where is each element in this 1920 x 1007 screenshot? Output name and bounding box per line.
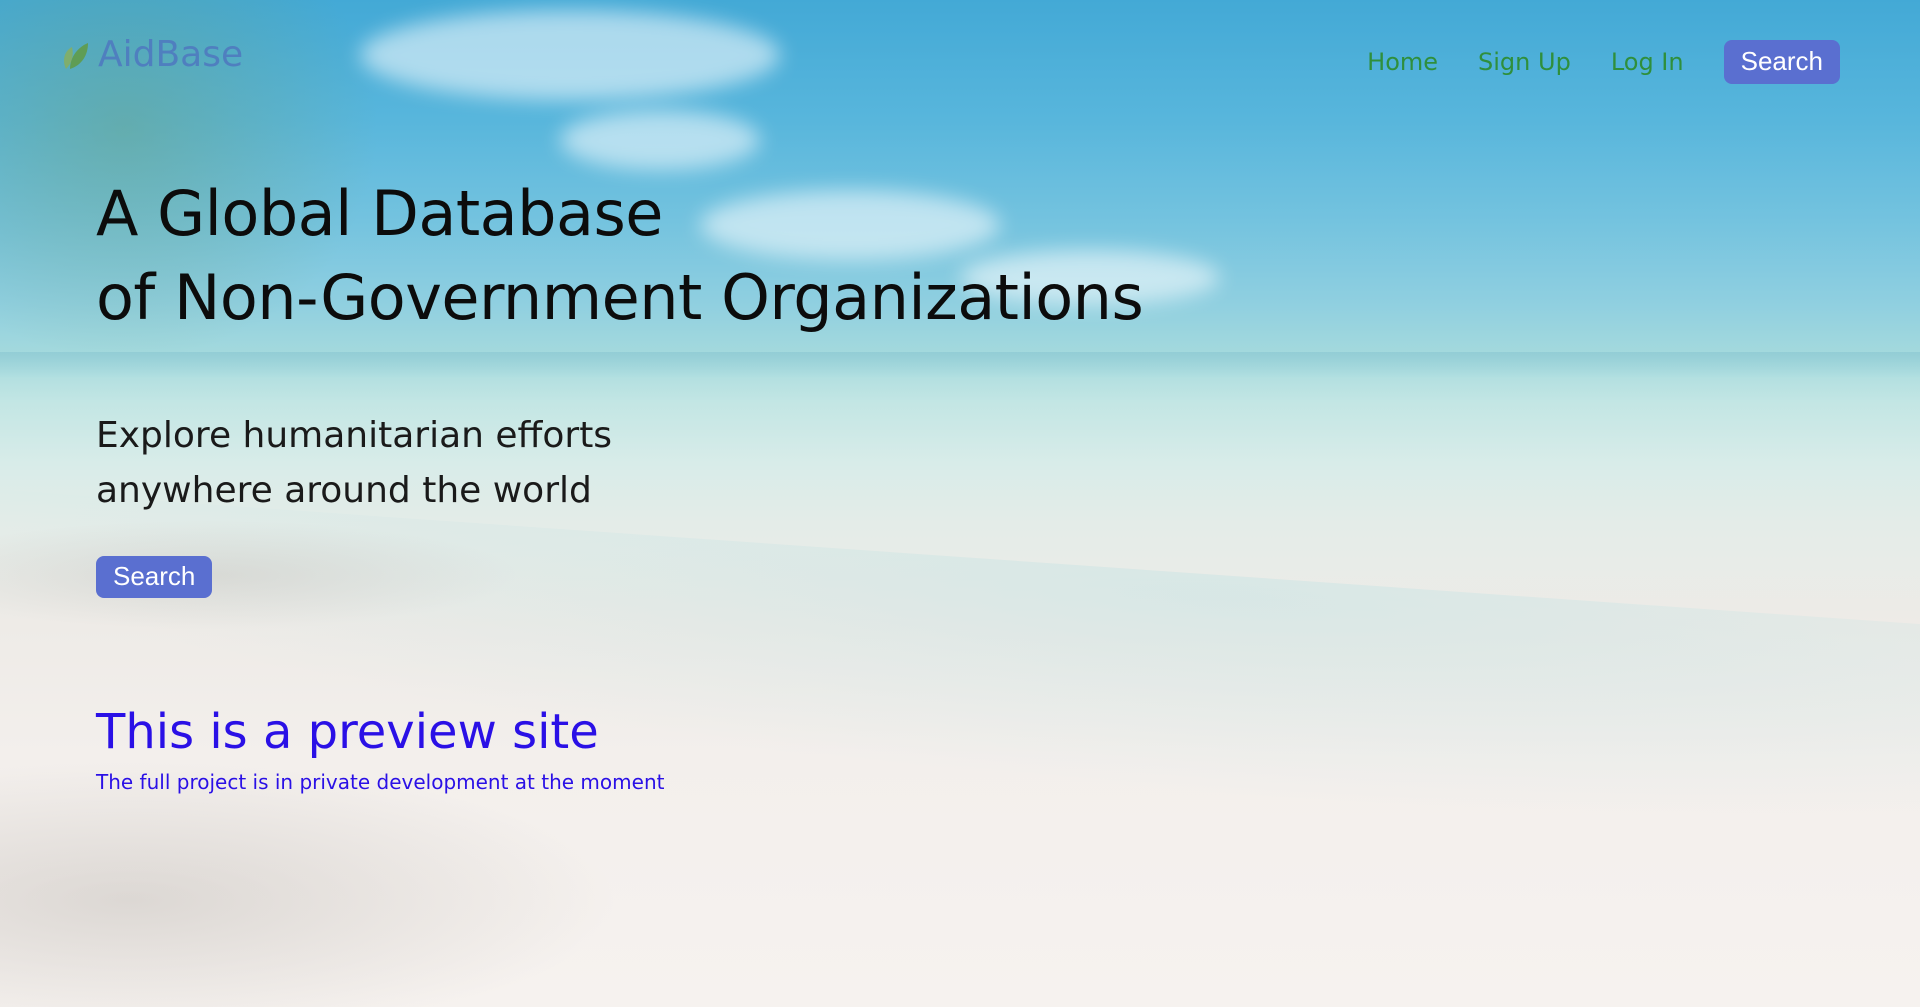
hero-search-button[interactable]: Search [96,556,213,598]
hero-subtitle-line-2: anywhere around the world [96,470,592,511]
brand-logo-link[interactable]: AidBase [60,34,243,75]
preview-note: The full project is in private developme… [96,770,665,794]
background-shadow [0,760,620,1007]
hero-subtitle-line-1: Explore humanitarian efforts [96,415,613,456]
top-navigation: AidBase Home Sign Up Log In Search [0,0,1920,120]
hero-title-line-2: of Non-Government Organizations [96,261,1144,334]
leaf-icon [60,39,90,71]
hero-subtitle: Explore humanitarian efforts anywhere ar… [96,408,1143,518]
hero-title-line-1: A Global Database [96,177,663,250]
hero-title: A Global Database of Non-Government Orga… [96,172,1144,340]
preview-notice: This is a preview site The full project … [96,700,664,794]
landing-page: AidBase Home Sign Up Log In Search A Glo… [0,0,1920,1007]
brand-name: AidBase [98,34,244,75]
hero-section: A Global Database of Non-Government Orga… [96,172,1144,598]
preview-title: This is a preview site [96,704,599,760]
nav-log-in-link[interactable]: Log In [1611,48,1684,76]
nav-search-button[interactable]: Search [1723,40,1840,84]
nav-links: Home Sign Up Log In Search [1367,40,1840,84]
nav-sign-up-link[interactable]: Sign Up [1478,48,1571,76]
nav-home-link[interactable]: Home [1367,48,1438,76]
